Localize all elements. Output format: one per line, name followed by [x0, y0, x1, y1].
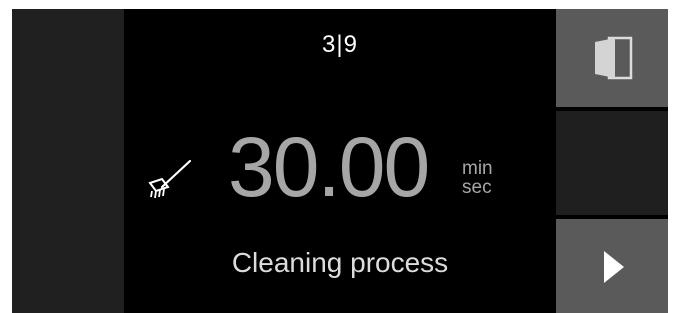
door-icon — [591, 34, 635, 82]
left-side-panel — [12, 9, 124, 313]
empty-button-slot — [556, 111, 668, 215]
process-label: Cleaning process — [231, 247, 449, 278]
timer-units: min sec — [462, 159, 493, 197]
step-indicator: 3|9 — [322, 31, 358, 58]
main-display: 3|9 30.00 min sec Cleaning process — [124, 9, 556, 313]
oven-control-panel: 3|9 30.00 min sec Cleaning process — [12, 9, 668, 313]
unit-sec-label: sec — [462, 177, 492, 198]
right-side-panel — [556, 9, 668, 313]
timer-value: 30.00 — [228, 120, 430, 214]
brush-icon — [146, 157, 194, 201]
door-button[interactable] — [556, 9, 668, 107]
unit-min-label: min — [462, 158, 493, 179]
next-button[interactable] — [556, 219, 668, 313]
play-arrow-icon — [600, 249, 628, 285]
